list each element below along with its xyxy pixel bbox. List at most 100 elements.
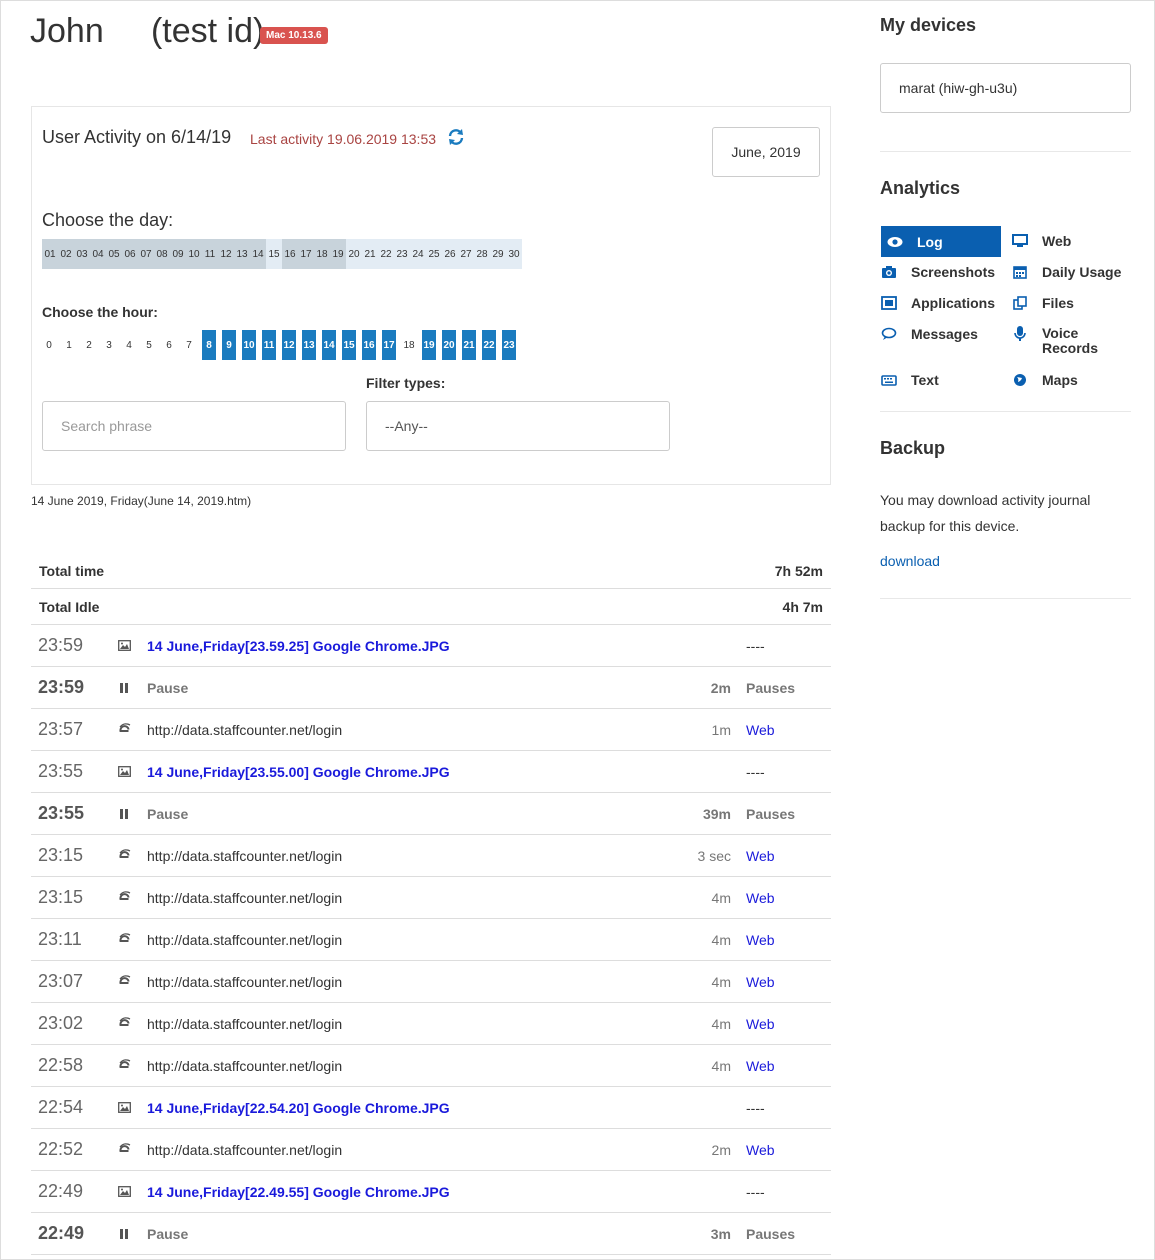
log-duration: 3 sec <box>697 847 731 864</box>
hour-15[interactable]: 15 <box>342 330 356 360</box>
log-type[interactable]: Web <box>746 848 775 864</box>
hour-13[interactable]: 13 <box>302 330 316 360</box>
day-03[interactable]: 03 <box>74 239 90 269</box>
applications-icon <box>881 295 897 311</box>
hour-23[interactable]: 23 <box>502 330 516 360</box>
hour-21[interactable]: 21 <box>462 330 476 360</box>
hour-16[interactable]: 16 <box>362 330 376 360</box>
os-badge: Mac 10.13.6 <box>260 27 328 44</box>
day-27[interactable]: 27 <box>458 239 474 269</box>
nav-voice-records[interactable]: Voice Records <box>1012 326 1122 356</box>
hour-8[interactable]: 8 <box>202 330 216 360</box>
hour-3[interactable]: 3 <box>102 330 116 360</box>
filter-type-select[interactable]: --Any-- <box>366 401 670 451</box>
day-25[interactable]: 25 <box>426 239 442 269</box>
hour-1[interactable]: 1 <box>62 330 76 360</box>
table-row: 23:11 http://data.staffcounter.net/login 4… <box>31 919 831 961</box>
refresh-icon[interactable] <box>446 127 466 147</box>
day-13[interactable]: 13 <box>234 239 250 269</box>
day-10[interactable]: 10 <box>186 239 202 269</box>
hour-17[interactable]: 17 <box>382 330 396 360</box>
hour-10[interactable]: 10 <box>242 330 256 360</box>
hour-9[interactable]: 9 <box>222 330 236 360</box>
day-19[interactable]: 19 <box>330 239 346 269</box>
internet-explorer-icon <box>117 890 131 905</box>
day-30[interactable]: 30 <box>506 239 522 269</box>
log-type: ---- <box>746 1099 765 1116</box>
day-07[interactable]: 07 <box>138 239 154 269</box>
nav-web[interactable]: Web <box>1012 233 1071 249</box>
download-backup-link[interactable]: download <box>880 553 940 569</box>
day-09[interactable]: 09 <box>170 239 186 269</box>
day-28[interactable]: 28 <box>474 239 490 269</box>
log-duration: 2m <box>710 679 731 696</box>
log-description[interactable]: 14 June,Friday[23.59.25] Google Chrome.J… <box>147 638 450 654</box>
log-description[interactable]: 14 June,Friday[23.55.00] Google Chrome.J… <box>147 764 450 780</box>
nav-log[interactable]: Log <box>881 226 1001 257</box>
hour-11[interactable]: 11 <box>262 330 276 360</box>
hour-4[interactable]: 4 <box>122 330 136 360</box>
device-selector[interactable]: marat (hiw-gh-u3u) <box>880 63 1131 113</box>
hour-5[interactable]: 5 <box>142 330 156 360</box>
nav-maps[interactable]: Maps <box>1012 372 1078 388</box>
day-17[interactable]: 17 <box>298 239 314 269</box>
hour-2[interactable]: 2 <box>82 330 96 360</box>
month-picker-button[interactable]: June, 2019 <box>712 127 820 177</box>
hour-14[interactable]: 14 <box>322 330 336 360</box>
log-type[interactable]: Web <box>746 1142 775 1158</box>
day-26[interactable]: 26 <box>442 239 458 269</box>
hour-6[interactable]: 6 <box>162 330 176 360</box>
log-type[interactable]: Web <box>746 1016 775 1032</box>
log-description[interactable]: 14 June,Friday[22.54.20] Google Chrome.J… <box>147 1100 450 1116</box>
log-type[interactable]: Web <box>746 890 775 906</box>
log-description: Pause <box>147 1225 189 1242</box>
log-type[interactable]: Web <box>746 722 775 738</box>
day-08[interactable]: 08 <box>154 239 170 269</box>
globe-icon <box>1012 372 1028 388</box>
day-05[interactable]: 05 <box>106 239 122 269</box>
nav-text[interactable]: Text <box>881 372 939 388</box>
internet-explorer-icon <box>117 1016 131 1031</box>
hour-0[interactable]: 0 <box>42 330 56 360</box>
day-04[interactable]: 04 <box>90 239 106 269</box>
day-15[interactable]: 15 <box>266 239 282 269</box>
pause-icon <box>117 1227 131 1241</box>
day-21[interactable]: 21 <box>362 239 378 269</box>
day-12[interactable]: 12 <box>218 239 234 269</box>
day-02[interactable]: 02 <box>58 239 74 269</box>
day-18[interactable]: 18 <box>314 239 330 269</box>
hour-18[interactable]: 18 <box>402 330 416 360</box>
table-row: 23:15 http://data.staffcounter.net/login 4… <box>31 877 831 919</box>
day-16[interactable]: 16 <box>282 239 298 269</box>
log-time: 23:07 <box>38 971 84 991</box>
hour-7[interactable]: 7 <box>182 330 196 360</box>
nav-applications[interactable]: Applications <box>881 295 995 311</box>
day-24[interactable]: 24 <box>410 239 426 269</box>
log-type[interactable]: Web <box>746 1058 775 1074</box>
day-11[interactable]: 11 <box>202 239 218 269</box>
day-20[interactable]: 20 <box>346 239 362 269</box>
hour-20[interactable]: 20 <box>442 330 456 360</box>
nav-screenshots[interactable]: Screenshots <box>881 264 995 280</box>
hour-19[interactable]: 19 <box>422 330 436 360</box>
day-14[interactable]: 14 <box>250 239 266 269</box>
hour-22[interactable]: 22 <box>482 330 496 360</box>
hour-12[interactable]: 12 <box>282 330 296 360</box>
nav-messages[interactable]: Messages <box>881 326 978 342</box>
log-type[interactable]: Web <box>746 932 775 948</box>
table-row: 22:49 14 June,Friday[22.49.55] Google Chr… <box>31 1171 831 1213</box>
search-input[interactable] <box>42 401 346 451</box>
page-title: John (test id) <box>30 12 265 50</box>
nav-files[interactable]: Files <box>1012 295 1074 311</box>
day-22[interactable]: 22 <box>378 239 394 269</box>
day-01[interactable]: 01 <box>42 239 58 269</box>
log-description: http://data.staffcounter.net/login <box>147 889 343 906</box>
log-type[interactable]: Web <box>746 974 775 990</box>
day-29[interactable]: 29 <box>490 239 506 269</box>
log-description[interactable]: 14 June,Friday[22.49.55] Google Chrome.J… <box>147 1184 450 1200</box>
day-06[interactable]: 06 <box>122 239 138 269</box>
day-23[interactable]: 23 <box>394 239 410 269</box>
image-icon <box>117 765 131 779</box>
nav-daily-usage[interactable]: Daily Usage <box>1012 264 1121 280</box>
log-time: 23:59 <box>38 677 85 697</box>
